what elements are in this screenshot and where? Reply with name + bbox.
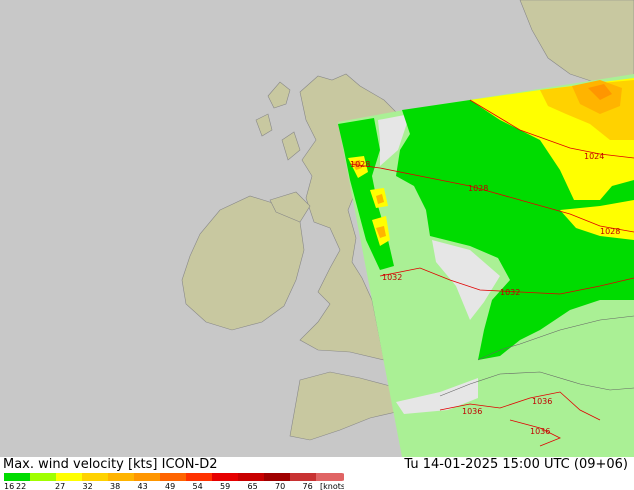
- scale-tick-label: 38: [110, 482, 120, 490]
- scale-color-swatch: [316, 473, 342, 481]
- scale-arrow-tip: [342, 473, 344, 481]
- scale-tick-label: 22: [16, 482, 26, 490]
- scale-color-swatch: [4, 473, 30, 481]
- model-name: ICON-D2: [161, 457, 218, 472]
- scale-tick-label: 59: [220, 482, 230, 490]
- scale-unit-label: [knots]: [320, 482, 344, 490]
- scale-color-swatch: [30, 473, 56, 481]
- color-scale: 1622 27 32 38 43 49 54 59 65 70 76 [knots]: [4, 473, 344, 490]
- scale-color-swatch: [238, 473, 264, 481]
- isobar-label: 1028: [350, 160, 370, 169]
- map-footer: Max. wind velocity [kts] ICON-D2 Tu 14-0…: [0, 457, 634, 490]
- isobar-label: 1028: [468, 184, 488, 193]
- scale-color-swatch: [264, 473, 290, 481]
- isobar-label: 1032: [500, 288, 520, 297]
- scale-color-swatch: [212, 473, 238, 481]
- scale-tick-label: 76: [303, 482, 313, 490]
- valid-time: Tu 14-01-2025 15:00 UTC (09+06): [404, 457, 628, 472]
- wind-map: 1028 1024 1028 1028 1032 1032 1036 1036 …: [0, 0, 634, 457]
- scale-color-swatch: [134, 473, 160, 481]
- color-scale-bars: [4, 473, 344, 481]
- scale-color-swatch: [186, 473, 212, 481]
- isobar-label: 1036: [532, 397, 552, 406]
- scale-tick-label: 16: [4, 482, 14, 490]
- scale-tick-label: 70: [275, 482, 285, 490]
- isobar-label: 1028: [600, 227, 620, 236]
- isobar-label: 1036: [462, 407, 482, 416]
- scale-color-swatch: [82, 473, 108, 481]
- isobar-label: 1024: [584, 152, 604, 161]
- color-scale-ticks: 1622 27 32 38 43 49 54 59 65 70 76 [knots]: [4, 482, 344, 490]
- scale-tick-label: 49: [165, 482, 175, 490]
- scale-tick-label: 54: [193, 482, 203, 490]
- scale-tick-label: 27: [55, 482, 65, 490]
- scale-tick-label: 43: [138, 482, 148, 490]
- scale-tick-label: 32: [83, 482, 93, 490]
- scale-color-swatch: [290, 473, 316, 481]
- scale-color-swatch: [108, 473, 134, 481]
- isobar-label: 1032: [382, 273, 402, 282]
- scale-color-swatch: [56, 473, 82, 481]
- map-title: Max. wind velocity [kts] ICON-D2: [3, 457, 218, 472]
- scale-tick-label: 65: [248, 482, 258, 490]
- isobar-label: 1036: [530, 427, 550, 436]
- scale-color-swatch: [160, 473, 186, 481]
